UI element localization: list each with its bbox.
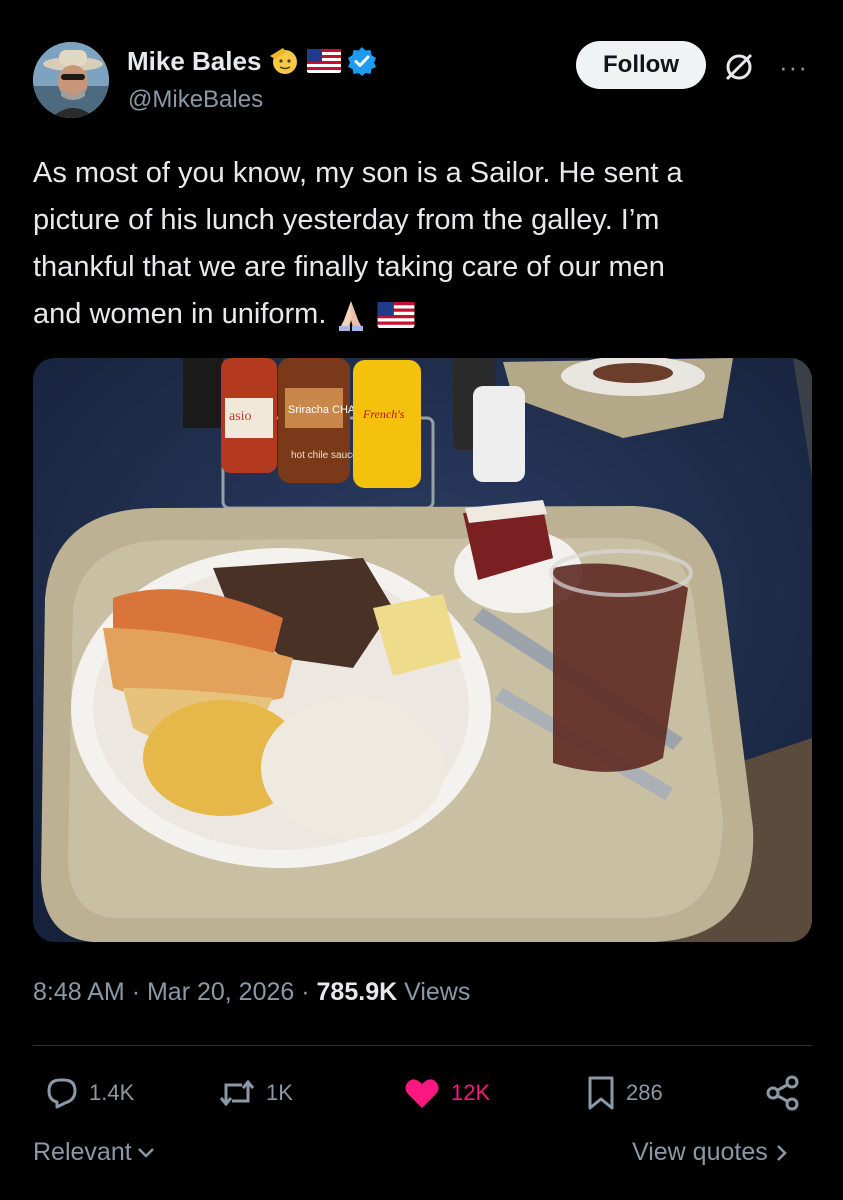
bottle-label: French's bbox=[362, 407, 405, 421]
reply-button[interactable]: 1.4K bbox=[45, 1073, 134, 1113]
grok-icon[interactable] bbox=[722, 50, 756, 84]
tweet-meta: 8:48 AM · Mar 20, 2026 · 785.9K Views bbox=[33, 978, 470, 1007]
saluting-face-emoji bbox=[270, 48, 298, 74]
bookmark-count: 286 bbox=[626, 1080, 663, 1105]
divider bbox=[33, 1045, 812, 1046]
tweet-line-last: and women in uniform. bbox=[33, 291, 813, 338]
repost-icon bbox=[219, 1079, 255, 1107]
share-icon bbox=[766, 1075, 799, 1111]
author-name[interactable]: Mike Bales bbox=[127, 46, 261, 77]
reply-icon bbox=[47, 1078, 77, 1109]
us-flag-emoji bbox=[377, 302, 414, 329]
tweet-line: and women in uniform. bbox=[33, 298, 327, 330]
sort-replies-dropdown[interactable]: Relevant bbox=[33, 1138, 156, 1167]
view-quotes-link[interactable]: View quotes bbox=[632, 1138, 788, 1167]
repost-button[interactable]: 1K bbox=[218, 1073, 293, 1113]
chevron-right-icon bbox=[776, 1144, 787, 1161]
like-count: 12K bbox=[451, 1080, 491, 1105]
bookmark-icon bbox=[588, 1076, 614, 1110]
sort-label: Relevant bbox=[33, 1138, 132, 1166]
share-button[interactable] bbox=[764, 1073, 802, 1113]
bookmark-button[interactable]: 286 bbox=[586, 1073, 663, 1113]
views-label: Views bbox=[404, 978, 471, 1006]
tweet-line: As most of you know, my son is a Sailor.… bbox=[33, 157, 683, 189]
tweet-line: picture of his lunch yesterday from the … bbox=[33, 204, 660, 236]
folded-hands-emoji bbox=[339, 301, 364, 332]
lunch-tray-photo: asio Sriracha CHA! hot chile sauce Frenc… bbox=[33, 358, 812, 942]
more-options-icon[interactable]: ··· bbox=[779, 52, 808, 83]
author-name-row: Mike Bales bbox=[127, 44, 377, 78]
like-button[interactable]: 12K bbox=[403, 1073, 490, 1113]
repost-count: 1K bbox=[266, 1080, 293, 1105]
bottle-label: asio bbox=[229, 409, 252, 424]
tweet-date[interactable]: Mar 20, 2026 bbox=[147, 978, 294, 1006]
bottle-label: hot chile sauce bbox=[291, 450, 358, 461]
avatar-image bbox=[33, 42, 109, 118]
meta-separator: · bbox=[131, 978, 147, 1006]
tweet-time[interactable]: 8:48 AM bbox=[33, 978, 125, 1006]
tweet-text: As most of you know, my son is a Sailor.… bbox=[33, 150, 813, 338]
view-quotes-label: View quotes bbox=[632, 1138, 768, 1166]
views-count: 785.9K bbox=[316, 978, 398, 1006]
follow-button[interactable]: Follow bbox=[576, 41, 706, 89]
heart-icon bbox=[405, 1079, 439, 1108]
meta-separator: · bbox=[301, 978, 317, 1006]
author-handle[interactable]: @MikeBales bbox=[128, 86, 263, 114]
tweet-photo[interactable]: asio Sriracha CHA! hot chile sauce Frenc… bbox=[33, 358, 812, 942]
verified-badge-icon bbox=[348, 47, 377, 76]
avatar[interactable] bbox=[33, 42, 109, 118]
reply-count: 1.4K bbox=[89, 1080, 135, 1105]
chevron-down-icon bbox=[137, 1147, 154, 1158]
us-flag-emoji bbox=[307, 49, 342, 73]
tweet-line: thankful that we are finally taking care… bbox=[33, 251, 665, 283]
bottle-label: Sriracha CHA! bbox=[288, 404, 358, 416]
